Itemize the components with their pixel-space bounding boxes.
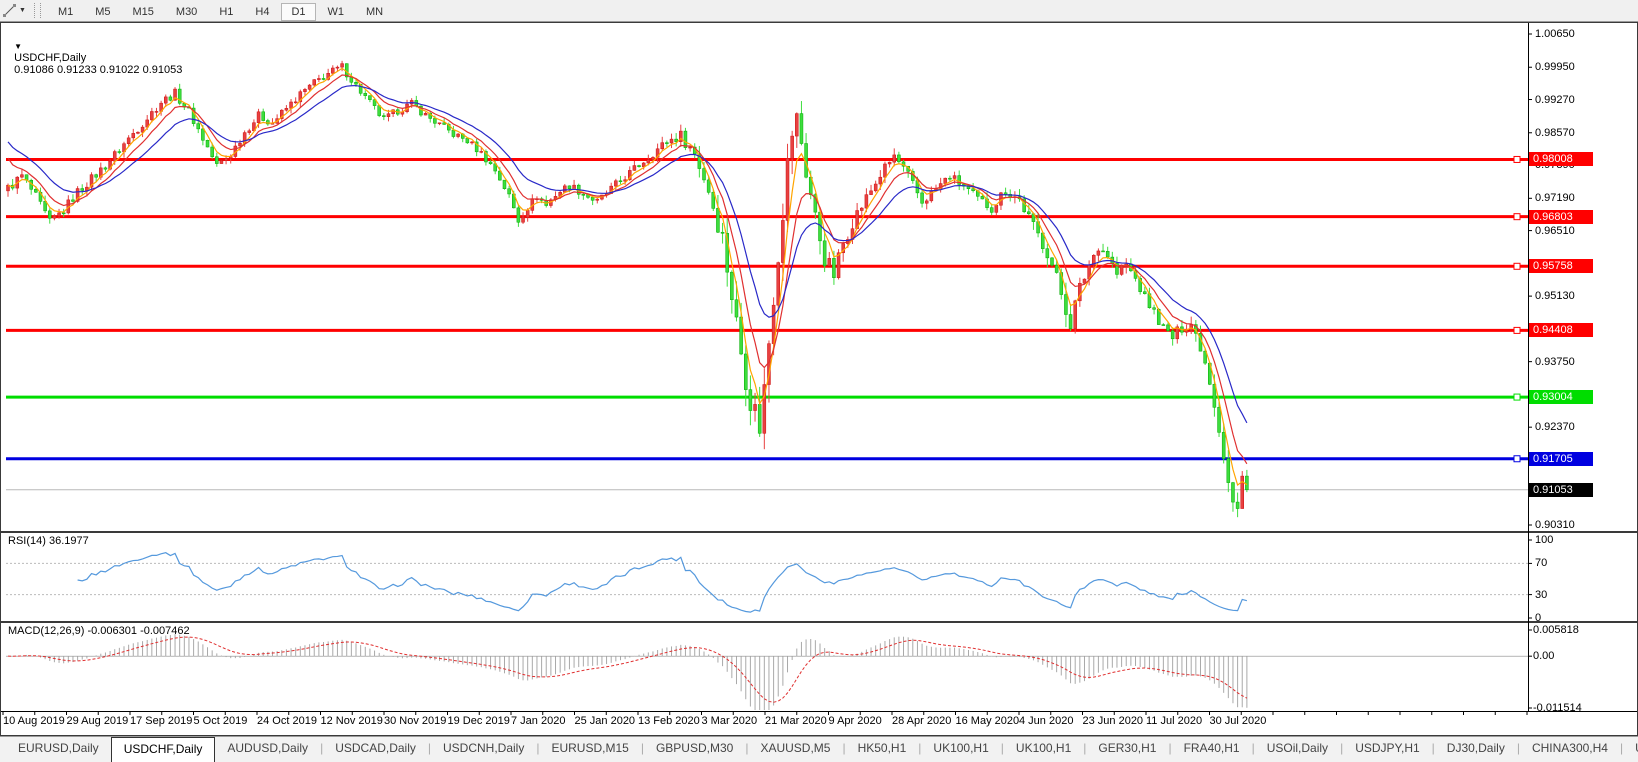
rsi-line [78,553,1247,612]
chart-canvas[interactable] [0,0,1638,761]
price-tick-label: 0.97190 [1535,192,1575,204]
tab-hk50-h1[interactable]: HK50,H1 [846,737,919,762]
price-tick-label: 0.90310 [1535,519,1575,531]
price-axis-line [1528,23,1529,712]
price-line-label: 0.96803 [1529,210,1593,224]
tab-usdcnh-daily[interactable]: USDCNH,Daily [431,737,536,762]
macd-histogram [27,634,1247,710]
line-anchor-handle [1514,156,1520,162]
price-tick-label: 0.93750 [1535,356,1575,368]
macd-tick-label: -0.011514 [1533,702,1582,714]
date-label: 24 Oct 2019 [257,715,317,727]
price-line-label: 0.94408 [1529,323,1593,337]
tab-usdcad-daily[interactable]: USDCAD,Daily [323,737,428,762]
price-line-label: 0.91705 [1529,452,1593,466]
date-label: 28 Apr 2020 [892,715,951,727]
tab-fra40-h1[interactable]: FRA40,H1 [1172,737,1252,762]
rsi-tick-label: 70 [1535,557,1547,569]
tab-usdchf-daily[interactable]: USDCHF,Daily [111,737,216,762]
current-price-label: 0.91053 [1529,483,1593,497]
date-label: 9 Apr 2020 [829,715,882,727]
line-anchor-handle [1514,214,1520,220]
tab-usdjpy-h1[interactable]: USDJPY,H1 [1343,737,1431,762]
panel-separator-macd[interactable] [0,621,1638,623]
date-label: 10 Aug 2019 [3,715,65,727]
date-label: 17 Sep 2019 [130,715,192,727]
date-label: 25 Jan 2020 [575,715,636,727]
date-label: 7 Jan 2020 [511,715,565,727]
chart-tab-bar: EURUSD,DailyUSDCHF,DailyAUDUSD,Daily|USD… [0,736,1638,762]
price-line-label: 0.93004 [1529,390,1593,404]
date-label: 11 Jul 2020 [1146,715,1202,727]
candles [7,61,1249,517]
tab-ger30-h1[interactable]: GER30,H1 [1086,737,1168,762]
date-label: 16 May 2020 [956,715,1020,727]
line-anchor-handle [1514,456,1520,462]
tab-china300-h4[interactable]: CHINA300,H4 [1520,737,1620,762]
date-label: 13 Feb 2020 [638,715,700,727]
price-line-label: 0.98008 [1529,152,1593,166]
tab-audusd-daily[interactable]: AUDUSD,Daily [215,737,320,762]
time-axis-line [1,711,1637,712]
macd-tick-label: 0.005818 [1533,624,1579,636]
price-tick-label: 0.99950 [1535,61,1575,73]
price-line-label: 0.95758 [1529,259,1593,273]
line-anchor-handle [1514,394,1520,400]
macd-label: MACD(12,26,9) -0.006301 -0.007462 [8,625,190,637]
tab-eurusd-daily[interactable]: EURUSD,Daily [6,737,111,762]
panel-separator-rsi[interactable] [0,531,1638,533]
price-tick-label: 0.99270 [1535,94,1575,106]
rsi-tick-label: 100 [1535,534,1553,546]
line-anchor-handle [1514,263,1520,269]
price-tick-label: 0.95130 [1535,290,1575,302]
tab-uk100-h1[interactable]: UK100,H1 [1004,737,1083,762]
tab-gbpusd-m30[interactable]: GBPUSD,M30 [644,737,745,762]
date-label: 4 Jun 2020 [1019,715,1073,727]
date-label: 3 Mar 2020 [702,715,758,727]
date-label: 23 Jun 2020 [1083,715,1144,727]
rsi-tick-label: 30 [1535,589,1547,601]
rsi-tick-label: 0 [1535,612,1541,624]
price-tick-label: 0.98570 [1535,127,1575,139]
tab-usoil-h[interactable]: USOil,H [1623,737,1638,762]
chart-title: USDCHF,Daily [14,52,86,64]
tab-xauusd-m5[interactable]: XAUUSD,M5 [748,737,842,762]
date-label: 5 Oct 2019 [194,715,248,727]
price-tick-label: 1.00650 [1535,28,1575,40]
rsi-label: RSI(14) 36.1977 [8,535,89,547]
date-label: 30 Nov 2019 [384,715,446,727]
date-label: 21 Mar 2020 [765,715,827,727]
tab-uk100-h1[interactable]: UK100,H1 [921,737,1000,762]
date-label: 19 Dec 2019 [448,715,510,727]
date-label: 29 Aug 2019 [67,715,129,727]
price-tick-label: 0.96510 [1535,225,1575,237]
macd-tick-label: 0.00 [1533,650,1554,662]
chart-collapse-arrow[interactable]: ▼ [14,42,22,51]
date-label: 30 Jul 2020 [1210,715,1267,727]
tab-dj30-daily[interactable]: DJ30,Daily [1435,737,1517,762]
chart-ohlc: 0.91086 0.91233 0.91022 0.91053 [14,64,182,76]
line-anchor-handle [1514,327,1520,333]
tab-eurusd-m15[interactable]: EURUSD,M15 [539,737,640,762]
chart-header: ▼ USDCHF,Daily 0.91086 0.91233 0.91022 0… [8,28,186,76]
price-tick-label: 0.92370 [1535,421,1575,433]
date-label: 12 Nov 2019 [321,715,383,727]
tab-usoil-daily[interactable]: USOil,Daily [1255,737,1340,762]
